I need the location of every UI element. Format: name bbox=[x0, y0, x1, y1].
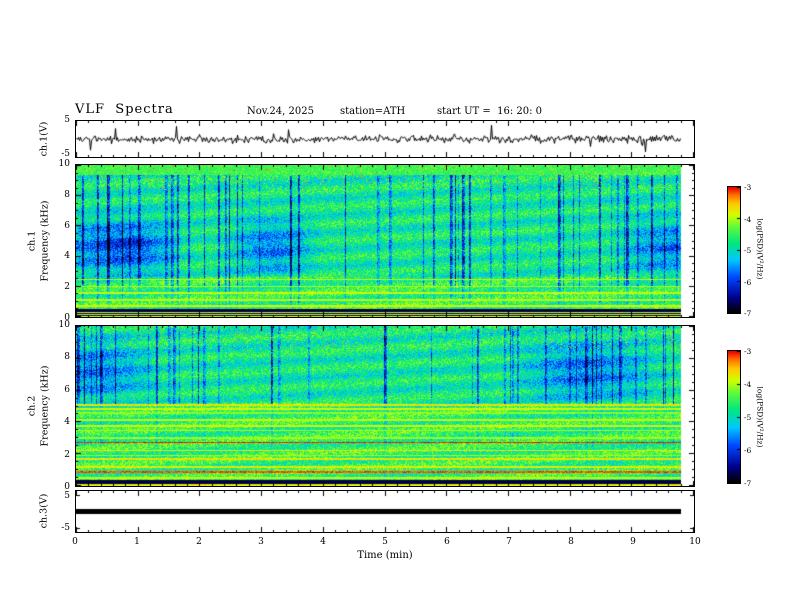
y-tick-label: -5 bbox=[61, 523, 70, 533]
x-tick-label: 7 bbox=[506, 537, 512, 547]
station-label: station=ATH bbox=[340, 106, 406, 117]
ch2-spectrogram-canvas bbox=[76, 326, 694, 486]
time-axis-label: Time (min) bbox=[357, 550, 413, 561]
x-tick-label: 2 bbox=[196, 537, 202, 547]
x-tick-label: 4 bbox=[320, 537, 326, 547]
colorbar-tick-label: -3 bbox=[744, 183, 752, 192]
x-tick-label: 1 bbox=[134, 537, 140, 547]
y-tick-label: 10 bbox=[58, 159, 70, 169]
ch3-waveform-canvas bbox=[76, 491, 694, 532]
x-tick-label: 6 bbox=[444, 537, 450, 547]
x-tick-label: 10 bbox=[689, 537, 701, 547]
y-tick-label: 4 bbox=[64, 417, 70, 428]
colorbar-tick-label: -7 bbox=[744, 479, 752, 488]
ch1-waveform-canvas bbox=[76, 121, 694, 157]
y-tick-label: 2 bbox=[64, 449, 70, 460]
y-tick-label: -5 bbox=[61, 149, 70, 159]
colorbar-tick-label: -4 bbox=[744, 214, 752, 224]
y-tick-label: 6 bbox=[64, 384, 70, 395]
date-label: Nov.24, 2025 bbox=[247, 106, 314, 117]
plot-title: VLF Spectra bbox=[75, 102, 174, 117]
y-tick-label: 5 bbox=[64, 491, 70, 501]
ch1-spectrogram-canvas bbox=[76, 165, 694, 317]
x-tick-label: 9 bbox=[630, 537, 636, 547]
start-ut-label: start UT = 16: 20: 0 bbox=[437, 106, 543, 117]
x-tick-label: 8 bbox=[568, 537, 574, 547]
y-tick-label: 2 bbox=[64, 282, 70, 293]
y-tick-label: 8 bbox=[64, 189, 70, 200]
spec2-channel-label: ch.2 bbox=[26, 395, 38, 417]
colorbar2-canvas bbox=[728, 351, 740, 483]
x-tick-label: 0 bbox=[72, 537, 78, 547]
y-tick-label: 4 bbox=[64, 251, 70, 262]
colorbar-tick-label: -4 bbox=[744, 380, 752, 389]
colorbar-tick-label: -6 bbox=[744, 446, 752, 455]
y-tick-label: 5 bbox=[64, 115, 70, 125]
colorbar-tick-label: -5 bbox=[744, 413, 752, 422]
colorbar-tick-label: -7 bbox=[744, 309, 752, 318]
colorbar1-canvas bbox=[728, 187, 740, 313]
spec1-channel-label: ch.1 bbox=[26, 230, 38, 252]
x-tick-label: 3 bbox=[258, 537, 264, 547]
x-tick-label: 5 bbox=[382, 537, 388, 547]
spec2-frequency-axis-label: Frequency (kHz) bbox=[39, 365, 51, 447]
y-tick-label: 6 bbox=[64, 220, 70, 231]
colorbar-tick-label: -5 bbox=[744, 246, 752, 255]
y-tick-label: 8 bbox=[64, 352, 70, 363]
colorbar-tick-label: -6 bbox=[744, 277, 752, 287]
colorbar-tick-label: -3 bbox=[744, 347, 752, 356]
y-tick-label: 10 bbox=[58, 320, 70, 330]
vlf-spectra-figure: VLF Spectra Nov.24, 2025 station=ATH sta… bbox=[0, 0, 792, 612]
spec1-frequency-axis-label: Frequency (kHz) bbox=[39, 200, 51, 282]
